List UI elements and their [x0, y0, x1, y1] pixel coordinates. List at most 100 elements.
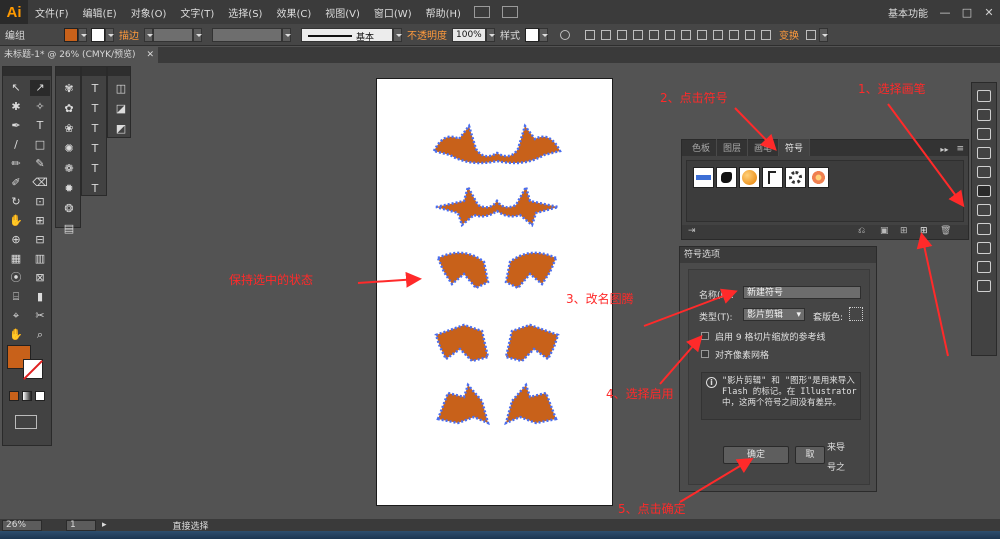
scale-tool-icon[interactable]: ⊡: [30, 194, 50, 210]
align-hcenter-icon[interactable]: [601, 29, 611, 40]
cancel-button[interactable]: 取: [795, 446, 825, 464]
symbol-bracket[interactable]: [762, 167, 783, 188]
place-symbol-icon[interactable]: ⎌: [858, 226, 865, 236]
distribute-hcenter-icon[interactable]: [745, 29, 755, 40]
style-dropdown[interactable]: [539, 27, 548, 42]
variable-width-dropdown[interactable]: [282, 27, 291, 42]
tab-swatches[interactable]: 色板: [686, 139, 718, 156]
transparency-panel-icon[interactable]: [977, 242, 991, 254]
type-tool-1-icon[interactable]: T: [85, 81, 105, 97]
tearoff-1-header[interactable]: [56, 67, 80, 76]
symbol-libraries-icon[interactable]: ⇥: [688, 226, 696, 236]
distribute-vcenter-icon[interactable]: [697, 29, 707, 40]
totem-artwork-4[interactable]: [424, 317, 570, 365]
close-button[interactable]: ✕: [978, 6, 1000, 19]
slice-tool-icon[interactable]: ✂: [30, 308, 50, 324]
none-mode-swatch[interactable]: [35, 391, 45, 401]
pencil-tool-icon[interactable]: ✎: [30, 156, 50, 172]
menu-window[interactable]: 窗口(W): [367, 5, 419, 20]
opacity-field[interactable]: 100%: [452, 27, 486, 42]
distribute-bottom-icon[interactable]: [713, 29, 723, 40]
type-tool-icon[interactable]: T: [30, 118, 50, 134]
menu-type[interactable]: 文字(T): [173, 5, 221, 20]
panel-menu-icon[interactable]: ≡: [952, 142, 968, 156]
direct-selection-tool-icon[interactable]: ↗: [30, 80, 50, 96]
minimize-button[interactable]: —: [934, 6, 956, 19]
align-pixel-grid-checkbox[interactable]: [701, 350, 709, 358]
delete-symbol-icon[interactable]: 🗑: [940, 226, 951, 236]
menu-select[interactable]: 选择(S): [221, 5, 269, 20]
hand-tool-icon[interactable]: ✋: [6, 327, 26, 343]
align-left-icon[interactable]: [585, 29, 595, 40]
zoom-field[interactable]: 26%: [2, 519, 42, 531]
stroke-weight-stepper[interactable]: [144, 27, 153, 42]
symbol-tool-8-icon[interactable]: ▤: [59, 221, 79, 237]
collapse-panel-icon[interactable]: ▸▸: [936, 143, 952, 156]
type-tool-6-icon[interactable]: T: [85, 181, 105, 197]
ok-button[interactable]: 确定: [723, 446, 789, 464]
type-tool-4-icon[interactable]: T: [85, 141, 105, 157]
stroke-panel-icon[interactable]: [977, 204, 991, 216]
stroke-label[interactable]: 描边: [114, 27, 144, 42]
eraser-tool-icon[interactable]: ⌫: [30, 175, 50, 191]
control-menu-dropdown[interactable]: [819, 27, 828, 42]
stroke-weight-dropdown[interactable]: [193, 27, 202, 42]
menu-edit[interactable]: 编辑(E): [76, 5, 124, 20]
close-tab-icon[interactable]: ✕: [146, 47, 154, 63]
stroke-color-box[interactable]: [23, 359, 43, 379]
color-panel-icon[interactable]: [977, 90, 991, 102]
blend-tool-3-icon[interactable]: ◩: [111, 121, 131, 137]
totem-artwork-2[interactable]: [424, 181, 570, 229]
symbol-options-icon[interactable]: ⊞: [900, 226, 908, 236]
magic-wand-tool-icon[interactable]: ✱: [6, 99, 26, 115]
menu-help[interactable]: 帮助(H): [419, 5, 468, 20]
arrange-documents-icon[interactable]: [501, 6, 518, 18]
stroke-weight-field[interactable]: [153, 27, 193, 42]
align-bottom-icon[interactable]: [665, 29, 675, 40]
brush-definition[interactable]: 基本: [301, 27, 393, 43]
current-tool-status[interactable]: 直接选择: [173, 519, 209, 532]
isolate-icon[interactable]: [806, 29, 816, 40]
rotate-tool-icon[interactable]: ↻: [6, 194, 26, 210]
pen-tool-icon[interactable]: ✒: [6, 118, 26, 134]
opacity-label[interactable]: 不透明度: [402, 27, 452, 42]
gradient-tool-icon[interactable]: ▥: [30, 251, 50, 267]
opacity-dropdown[interactable]: [486, 27, 495, 42]
distribute-left-icon[interactable]: [729, 29, 739, 40]
color-mode-swatch[interactable]: [9, 391, 19, 401]
blend-tool-1-icon[interactable]: ◫: [111, 81, 131, 97]
free-transform-tool-icon[interactable]: ⊞: [30, 213, 50, 229]
brush-dropdown[interactable]: [393, 27, 402, 42]
fill-swatch[interactable]: [64, 27, 78, 42]
type-tool-5-icon[interactable]: T: [85, 161, 105, 177]
type-tool-3-icon[interactable]: T: [85, 121, 105, 137]
perspective-grid-tool-icon[interactable]: ⊟: [30, 232, 50, 248]
symbol-type-select[interactable]: 影片剪辑 ▾: [743, 308, 805, 321]
fill-dropdown[interactable]: [78, 27, 87, 42]
bridge-icon[interactable]: [473, 6, 490, 18]
menu-file[interactable]: 文件(F): [28, 5, 76, 20]
distribute-top-icon[interactable]: [681, 29, 691, 40]
tearoff-2-header[interactable]: [82, 67, 106, 76]
rectangle-tool-icon[interactable]: □: [30, 137, 50, 153]
tab-layers[interactable]: 图层: [717, 139, 749, 156]
artboard-tool-icon[interactable]: ⌖: [6, 308, 26, 324]
document-tab[interactable]: 未标题-1* @ 26% (CMYK/预览) ✕: [0, 47, 158, 63]
tab-brushes[interactable]: 画笔: [748, 139, 780, 156]
menu-view[interactable]: 视图(V): [318, 5, 367, 20]
graphic-styles-panel-icon[interactable]: [977, 280, 991, 292]
symbol-tool-6-icon[interactable]: ✹: [59, 181, 79, 197]
symbol-black-splat[interactable]: [716, 167, 737, 188]
gradient-mode-swatch[interactable]: [22, 391, 32, 401]
eyedropper-tool-icon[interactable]: ⦿: [6, 270, 26, 286]
blend-tool-icon[interactable]: ⊠: [30, 270, 50, 286]
stroke-swatch-dropdown[interactable]: [105, 27, 114, 42]
zoom-tool-icon[interactable]: ⌕: [30, 327, 50, 343]
mesh-tool-icon[interactable]: ▦: [6, 251, 26, 267]
totem-artwork-3[interactable]: [424, 244, 570, 292]
menu-object[interactable]: 对象(O): [124, 5, 174, 20]
swatches-panel-icon[interactable]: [977, 128, 991, 140]
align-top-icon[interactable]: [633, 29, 643, 40]
shape-builder-tool-icon[interactable]: ⊕: [6, 232, 26, 248]
symbol-tool-5-icon[interactable]: ❁: [59, 161, 79, 177]
